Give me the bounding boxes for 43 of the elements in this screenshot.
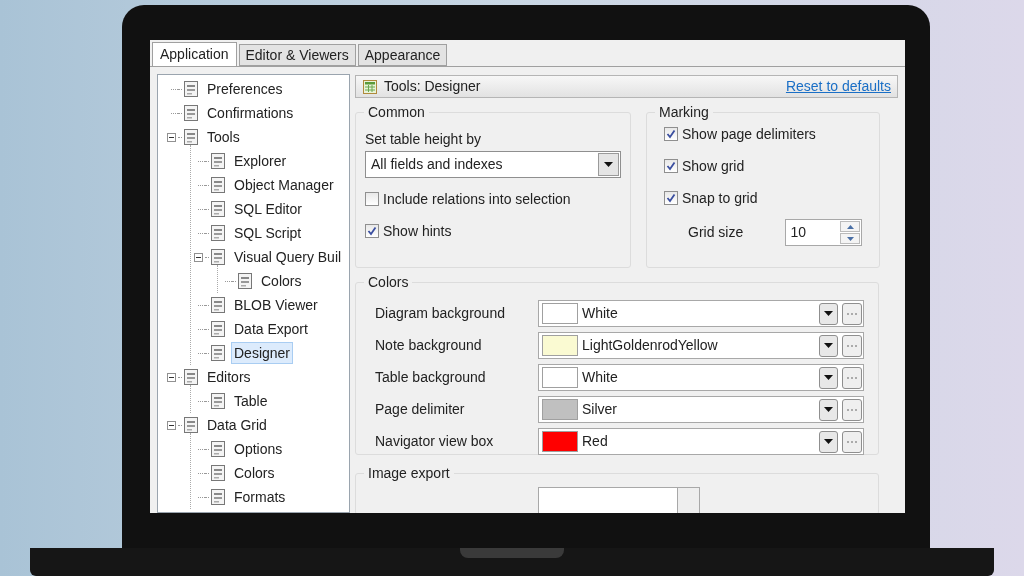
- color-dropdown[interactable]: White: [538, 300, 864, 327]
- tree-item[interactable]: Data Grid: [204, 414, 270, 436]
- checkbox-label: Show page delimiters: [682, 124, 816, 144]
- tree-item[interactable]: Preferences: [204, 78, 286, 100]
- tree-item[interactable]: Colors: [258, 270, 305, 292]
- tree-item[interactable]: Tools: [204, 126, 243, 148]
- tree-item[interactable]: Designer: [231, 342, 294, 364]
- color-dropdown[interactable]: Silver: [538, 396, 864, 423]
- color-dropdown[interactable]: LightGoldenrodYellow: [538, 332, 864, 359]
- tree-item[interactable]: Editors: [204, 366, 254, 388]
- tree-item[interactable]: Options: [231, 438, 286, 460]
- tab[interactable]: Application: [152, 42, 237, 67]
- color-dropdown[interactable]: Red: [538, 428, 864, 455]
- field-label: Table background: [375, 368, 487, 387]
- tree-item[interactable]: SQL Editor: [231, 198, 305, 220]
- color-dropdown[interactable]: White: [538, 364, 864, 391]
- tree-item[interactable]: Confirmations: [204, 102, 297, 124]
- spin-field[interactable]: 10: [785, 219, 862, 246]
- field-label: Note background: [375, 336, 483, 355]
- tree-item[interactable]: Explorer: [231, 150, 290, 172]
- panel-title: Tools: Designer: [384, 77, 481, 96]
- tree-item[interactable]: Object Manager: [231, 174, 337, 196]
- checkbox-label: Include relations into selection: [383, 189, 571, 209]
- checkbox-label: Show hints: [383, 221, 452, 241]
- checkbox-label: Show grid: [682, 156, 745, 176]
- reset-link[interactable]: Reset to defaults: [785, 76, 891, 97]
- tree-item[interactable]: Visual Query Buil: [231, 246, 345, 268]
- tree-item[interactable]: Colors: [231, 462, 278, 484]
- tree-item[interactable]: Table: [231, 390, 271, 412]
- dropdown[interactable]: All fields and indexes: [365, 151, 621, 178]
- tab[interactable]: Editor & Viewers: [238, 44, 356, 66]
- field-label: Grid size: [688, 223, 745, 242]
- field-label: Page delimiter: [375, 400, 466, 419]
- field-label: Set table height by: [365, 130, 482, 149]
- group-title: Marking: [655, 103, 713, 121]
- tree-item[interactable]: SQL Script: [231, 222, 305, 244]
- field-label: Navigator view box: [375, 432, 495, 451]
- field-label: Diagram background: [375, 304, 506, 323]
- checkbox-label: Snap to grid: [682, 188, 758, 208]
- tab[interactable]: Appearance: [357, 44, 448, 66]
- tree-item[interactable]: BLOB Viewer: [231, 294, 321, 316]
- tree-item[interactable]: Data Export: [231, 318, 311, 340]
- tree-item[interactable]: Formats: [231, 486, 289, 508]
